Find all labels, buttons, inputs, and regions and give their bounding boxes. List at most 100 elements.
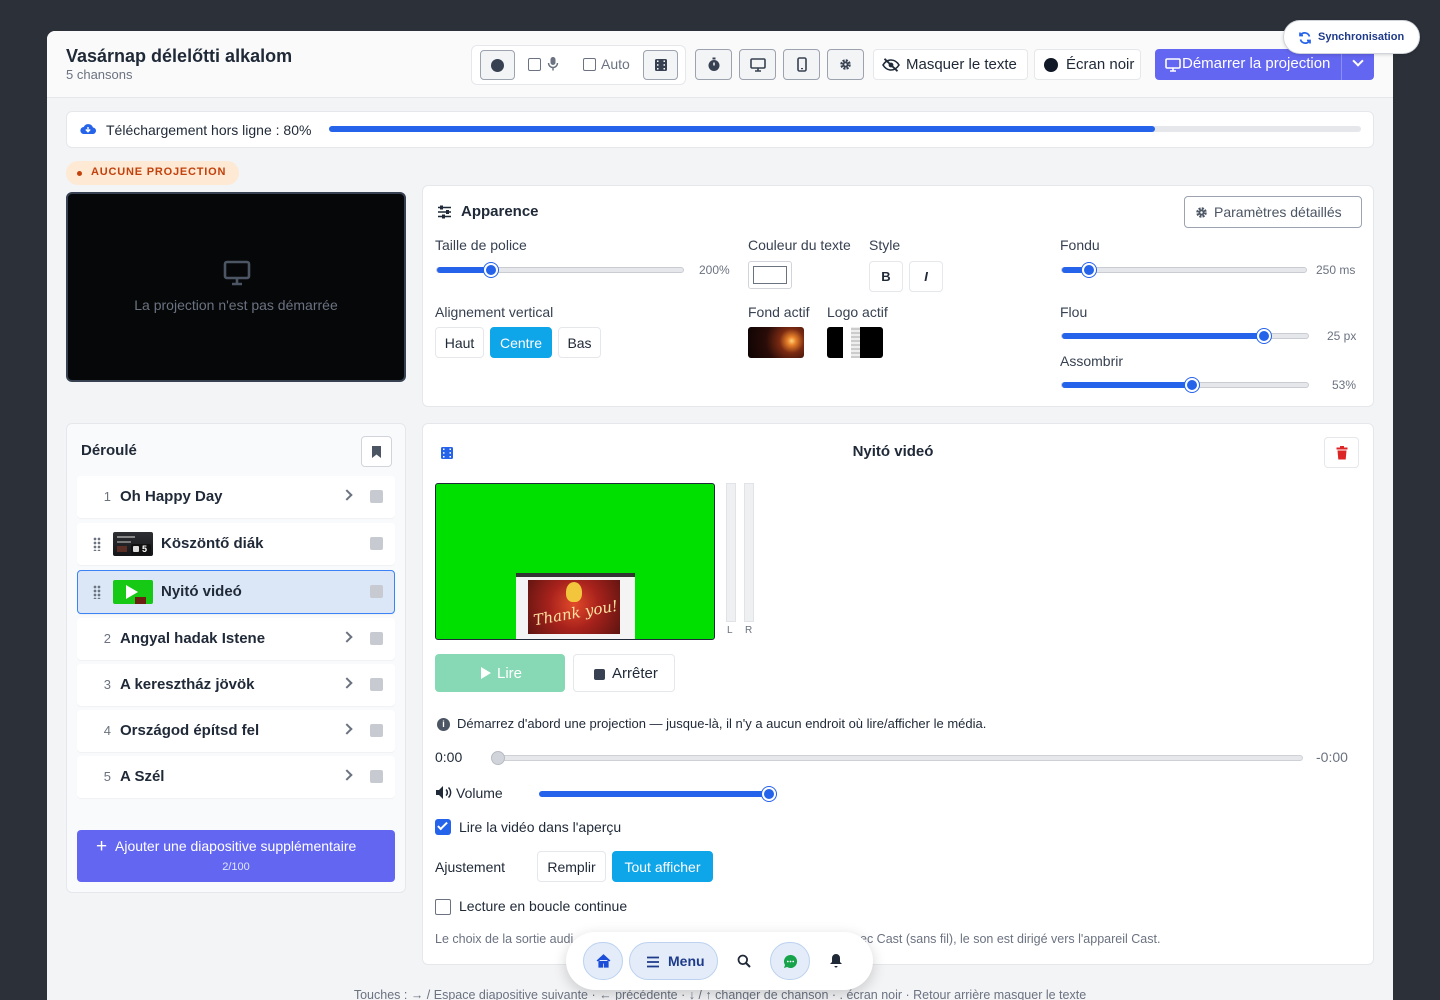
settings-button[interactable] xyxy=(827,49,864,80)
italic-button[interactable]: I xyxy=(909,261,943,292)
fade-slider[interactable] xyxy=(1061,263,1307,277)
text-color-swatch[interactable] xyxy=(748,261,792,289)
hide-text-button[interactable]: Masquer le texte xyxy=(873,49,1028,80)
chevron-right-icon[interactable] xyxy=(341,723,353,735)
video-thumbnail xyxy=(113,580,153,604)
home-button[interactable] xyxy=(583,942,623,980)
text-color-swatch-inner xyxy=(753,266,787,284)
chat-button[interactable] xyxy=(770,942,810,980)
play-label: Lire xyxy=(497,665,523,682)
rundown-panel: Déroulé 1 Oh Happy Day 5 Köszöntő diák N… xyxy=(66,423,406,893)
fit-show-all-button[interactable]: Tout afficher xyxy=(612,851,713,882)
darken-slider-thumb[interactable] xyxy=(1185,378,1200,392)
info-icon: i xyxy=(437,718,450,731)
drag-handle-icon[interactable] xyxy=(93,585,101,599)
record-button[interactable] xyxy=(480,50,515,80)
fade-value: 250 ms xyxy=(1316,263,1356,277)
chat-icon xyxy=(783,954,798,968)
black-screen-button[interactable]: Écran noir xyxy=(1034,49,1141,80)
volume-label: Volume xyxy=(456,785,503,801)
menu-button[interactable]: Menu xyxy=(629,942,718,980)
home-icon xyxy=(596,954,611,968)
search-button[interactable] xyxy=(724,942,764,980)
bookmark-icon xyxy=(372,445,381,458)
active-logo-thumbnail[interactable] xyxy=(827,327,883,358)
blur-slider[interactable] xyxy=(1061,329,1309,343)
volume-icon xyxy=(436,786,452,799)
monitor-icon xyxy=(1165,58,1181,72)
slide-preview-icon[interactable] xyxy=(370,585,383,598)
bold-button[interactable]: B xyxy=(869,261,903,292)
microphone-icon xyxy=(547,57,559,71)
slide-preview-icon[interactable] xyxy=(370,770,383,783)
detailed-settings-button[interactable]: Paramètres détaillés xyxy=(1184,196,1362,228)
volume-slider-thumb[interactable] xyxy=(762,787,776,801)
slide-preview-icon[interactable] xyxy=(370,490,383,503)
chevron-right-icon[interactable] xyxy=(341,769,353,781)
gear-icon xyxy=(840,59,851,70)
blur-value: 25 px xyxy=(1327,329,1357,343)
audio-output-note-start: Le choix de la sortie audi xyxy=(435,932,574,946)
item-number: 2 xyxy=(103,631,111,646)
preview-play-checkbox[interactable] xyxy=(435,819,451,835)
add-slide-button[interactable]: + Ajouter une diapositive supplémentaire… xyxy=(77,830,395,882)
rundown-item[interactable]: 2 Angyal hadak Istene xyxy=(77,618,395,660)
align-top-button[interactable]: Haut xyxy=(435,327,484,358)
rundown-item[interactable]: 5 Köszöntő diák xyxy=(77,523,395,565)
film-button[interactable] xyxy=(643,50,678,80)
mic-checkbox[interactable] xyxy=(528,58,541,71)
font-size-slider-thumb[interactable] xyxy=(484,263,499,277)
sync-badge[interactable]: Synchronisation xyxy=(1283,20,1420,54)
bookmark-button[interactable] xyxy=(361,436,392,467)
rundown-item[interactable]: 5 A Szél xyxy=(77,756,395,798)
play-button[interactable]: Lire xyxy=(435,654,565,692)
font-size-value: 200% xyxy=(699,263,730,277)
cartoon-character-icon xyxy=(566,582,582,602)
active-background-thumbnail[interactable] xyxy=(748,327,804,358)
chevron-right-icon[interactable] xyxy=(341,631,353,643)
item-name: A Szél xyxy=(120,768,165,785)
preview-play-label: Lire la vidéo dans l'aperçu xyxy=(459,819,622,835)
rundown-item[interactable]: 4 Országod építsd fel xyxy=(77,710,395,752)
bell-icon xyxy=(830,954,842,968)
chevron-right-icon[interactable] xyxy=(341,489,353,501)
video-preview[interactable]: Thank you! xyxy=(435,483,715,640)
volume-slider[interactable] xyxy=(539,787,776,801)
fade-slider-thumb[interactable] xyxy=(1081,263,1096,277)
darken-slider[interactable] xyxy=(1061,378,1309,392)
mobile-preview-button[interactable] xyxy=(783,49,820,80)
desktop-preview-button[interactable] xyxy=(739,49,776,80)
stop-button[interactable]: Arrêter xyxy=(573,654,675,692)
loop-checkbox[interactable] xyxy=(435,899,451,915)
chevron-right-icon[interactable] xyxy=(341,677,353,689)
align-bottom-button[interactable]: Bas xyxy=(558,327,601,358)
delete-button[interactable] xyxy=(1324,437,1359,468)
slide-preview-icon[interactable] xyxy=(370,632,383,645)
active-background-label: Fond actif xyxy=(748,304,810,320)
meter-left-label: L xyxy=(727,625,733,636)
rundown-item[interactable]: 1 Oh Happy Day xyxy=(77,476,395,518)
seek-thumb[interactable] xyxy=(491,751,505,765)
font-size-slider[interactable] xyxy=(436,263,684,277)
slide-preview-icon[interactable] xyxy=(370,724,383,737)
timer-button[interactable] xyxy=(695,49,732,80)
trash-icon xyxy=(1336,445,1347,459)
align-center-button[interactable]: Centre xyxy=(490,327,552,358)
seek-bar[interactable] xyxy=(491,751,1303,765)
slide-preview-icon[interactable] xyxy=(370,678,383,691)
video-panel: Nyitó videó Thank you! L R Lire Arrêter … xyxy=(422,423,1374,965)
fit-fill-button[interactable]: Remplir xyxy=(537,851,606,882)
drag-handle-icon[interactable] xyxy=(93,537,101,551)
darken-label: Assombrir xyxy=(1060,353,1124,369)
rundown-item[interactable]: 3 A keresztház jövök xyxy=(77,664,395,706)
notifications-button[interactable] xyxy=(816,942,856,980)
auto-checkbox[interactable] xyxy=(583,58,596,71)
phone-icon xyxy=(796,57,807,72)
add-slide-count: 2/100 xyxy=(222,861,250,873)
font-size-label: Taille de police xyxy=(435,237,527,253)
item-number: 5 xyxy=(103,769,111,784)
video-title: Nyitó videó xyxy=(852,443,934,460)
slide-preview-icon[interactable] xyxy=(370,537,383,550)
blur-slider-thumb[interactable] xyxy=(1256,329,1271,343)
rundown-item-selected[interactable]: Nyitó videó xyxy=(77,570,395,614)
